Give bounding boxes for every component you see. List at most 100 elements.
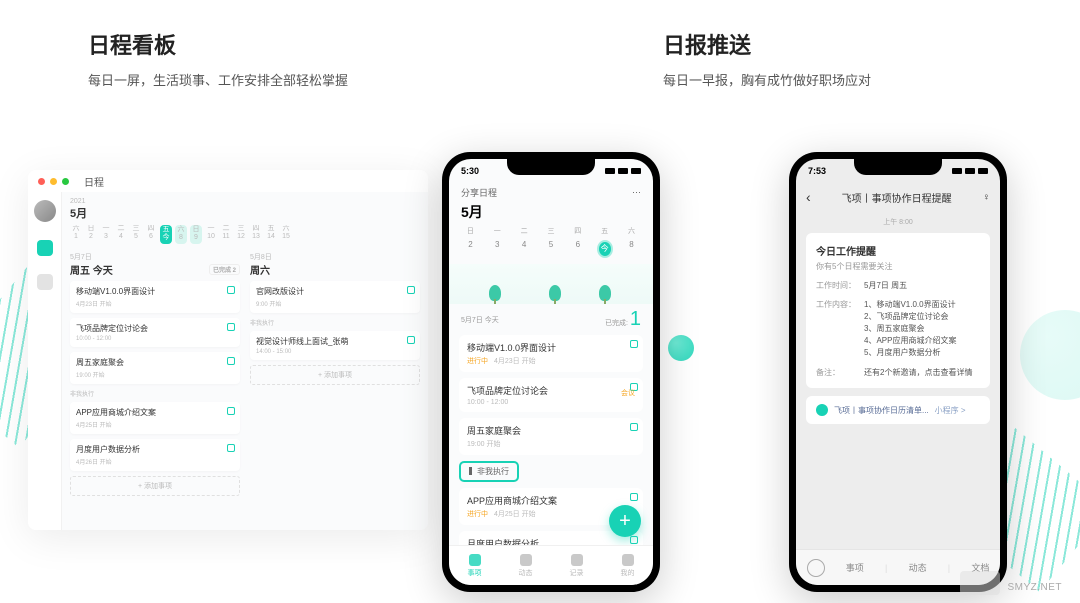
tab-icon [520, 554, 532, 566]
footer-tab[interactable]: 动态 [909, 561, 927, 574]
add-task-button[interactable]: + 添加事项 [70, 476, 240, 496]
cal-day[interactable]: 五今 [160, 225, 172, 244]
checkbox-icon[interactable] [227, 323, 235, 331]
tab-icon [571, 554, 583, 566]
task-card[interactable]: APP应用商城介绍文案4月25日 开始 [70, 402, 240, 434]
sidebar [28, 192, 62, 530]
cal-day[interactable]: 四13 [250, 225, 262, 244]
cal-day[interactable]: 六15 [280, 225, 292, 244]
days-row[interactable]: 23456今8 [449, 240, 653, 264]
add-task-button[interactable]: + 添加事项 [250, 365, 420, 385]
tab-我的[interactable]: 我的 [621, 554, 635, 578]
status-time: 5:30 [461, 166, 479, 176]
user-icon[interactable]: ♀ [982, 192, 990, 203]
checkbox-icon[interactable] [227, 357, 235, 365]
cal-day[interactable]: 三12 [235, 225, 247, 244]
nav-title: 飞项丨事项协作日程提醒 [842, 190, 952, 205]
phone-mock-report: 7:53 ‹ 飞项丨事项协作日程提醒 ♀ 上午 8:00 今日工作提醒 你有5个… [789, 152, 1007, 592]
done-label: 已完成: [605, 320, 628, 327]
minimize-icon[interactable] [50, 178, 57, 185]
day-cell[interactable]: 今 [597, 240, 613, 258]
day-name: 周五 今天 [70, 262, 113, 277]
nav-schedule-icon[interactable] [37, 240, 53, 256]
info-date: 5月7日 今天 [461, 315, 499, 325]
wifi-icon [965, 168, 975, 174]
day-date: 5月7日 [70, 252, 240, 262]
tab-事项[interactable]: 事项 [468, 554, 482, 578]
fab-add-button[interactable]: + [609, 505, 641, 537]
cal-day[interactable]: 三5 [130, 225, 142, 244]
battery-icon [631, 168, 641, 174]
row-label: 工作时间： [816, 280, 864, 291]
day-cell[interactable]: 4 [516, 240, 532, 258]
day-date: 5月8日 [250, 252, 420, 262]
cal-day[interactable]: 日2 [85, 225, 97, 244]
task-card[interactable]: 月度用户数据分析4月26日 开始 [70, 439, 240, 471]
row-value: 还有2个新邀请，点击查看详情 [864, 367, 972, 378]
cal-day[interactable]: 一3 [100, 225, 112, 244]
row-label: 备注： [816, 367, 864, 378]
cal-day[interactable]: 四6 [145, 225, 157, 244]
checkbox-icon[interactable] [407, 286, 415, 294]
checkbox-icon[interactable] [630, 493, 638, 501]
phone-mock-schedule: 5:30 分享日程 ⋯ 5月 日一二三四五六 23456今8 5月7日 今天 已… [442, 152, 660, 592]
task-card[interactable]: 周五家庭聚会19:00 开始 [70, 352, 240, 384]
cal-day[interactable]: 二11 [220, 225, 232, 244]
checkbox-icon[interactable] [630, 423, 638, 431]
checkbox-icon[interactable] [630, 340, 638, 348]
miniprogram-link[interactable]: 飞项丨事项协作日历清单... 小程序 > [806, 396, 990, 424]
checkbox-icon[interactable] [227, 444, 235, 452]
task-card[interactable]: 官网改版设计9:00 开始 [250, 281, 420, 313]
footer-tab[interactable]: 事项 [846, 561, 864, 574]
checkbox-icon[interactable] [630, 536, 638, 544]
day-cell[interactable]: 5 [543, 240, 559, 258]
day-name: 周六 [250, 262, 270, 277]
link-text: 飞项丨事项协作日历清单... [834, 405, 929, 416]
cal-day[interactable]: 五14 [265, 225, 277, 244]
cal-day[interactable]: 一10 [205, 225, 217, 244]
avatar[interactable] [34, 200, 56, 222]
day-cell[interactable]: 3 [489, 240, 505, 258]
signal-icon [952, 168, 962, 174]
cal-day[interactable]: 六1 [70, 225, 82, 244]
nav-other-icon[interactable] [37, 274, 53, 290]
more-icon[interactable]: ⋯ [632, 187, 641, 198]
day-cell[interactable]: 6 [570, 240, 586, 258]
checkbox-icon[interactable] [227, 286, 235, 294]
signal-icon [605, 168, 615, 174]
content-list: 1、移动端V1.0.0界面设计2、飞项品牌定位讨论会3、周五家庭聚会4、APP应… [864, 299, 956, 359]
tab-记录[interactable]: 记录 [570, 554, 584, 578]
back-icon[interactable]: ‹ [806, 189, 811, 205]
maximize-icon[interactable] [62, 178, 69, 185]
tab-动态[interactable]: 动态 [519, 554, 533, 578]
checkbox-icon[interactable] [227, 407, 235, 415]
task-card[interactable]: 飞项品牌定位讨论会10:00 - 12:00会议 [459, 378, 643, 412]
phone-notch [854, 159, 942, 175]
share-button[interactable]: 分享日程 [461, 186, 497, 199]
msg-time: 上午 8:00 [796, 211, 1000, 233]
task-card[interactable]: 周五家庭聚会19:00 开始 [459, 418, 643, 455]
task-card[interactable]: 移动端V1.0.0界面设计进行中 4月23日 开始 [459, 335, 643, 372]
row-label: 工作内容： [816, 299, 864, 359]
calendar-strip[interactable]: 六1日2一3二4三5四6五今六8日9一10二11三12四13五14六15 [70, 225, 420, 244]
section-2-header: 日报推送 每日一早报，胸有成竹做好职场应对 [663, 28, 871, 89]
keyboard-icon[interactable] [807, 559, 825, 577]
task-card[interactable]: 视觉设计师线上面试_张萌14:00 - 15:00 [250, 331, 420, 360]
message-card[interactable]: 今日工作提醒 你有5个日程需要关注 工作时间：5月7日 周五 工作内容：1、移动… [806, 233, 990, 388]
window-title: 日程 [84, 174, 104, 189]
cal-day[interactable]: 六8 [175, 225, 187, 244]
day-column-today: 5月7日 周五 今天已完成 2 移动端V1.0.0界面设计4月23日 开始飞项品… [70, 252, 240, 496]
cal-day[interactable]: 二4 [115, 225, 127, 244]
task-card[interactable]: 飞项品牌定位讨论会10:00 - 12:00 [70, 318, 240, 347]
checkbox-icon[interactable] [407, 336, 415, 344]
watermark-logo [960, 571, 1000, 595]
deco-circle-small [668, 335, 694, 361]
status-time: 7:53 [808, 166, 826, 176]
weekday-row: 日一二三四五六 [449, 222, 653, 240]
tab-icon [469, 554, 481, 566]
cal-day[interactable]: 日9 [190, 225, 202, 244]
close-icon[interactable] [38, 178, 45, 185]
day-cell[interactable]: 8 [623, 240, 639, 258]
day-cell[interactable]: 2 [462, 240, 478, 258]
task-card[interactable]: 移动端V1.0.0界面设计4月23日 开始 [70, 281, 240, 313]
